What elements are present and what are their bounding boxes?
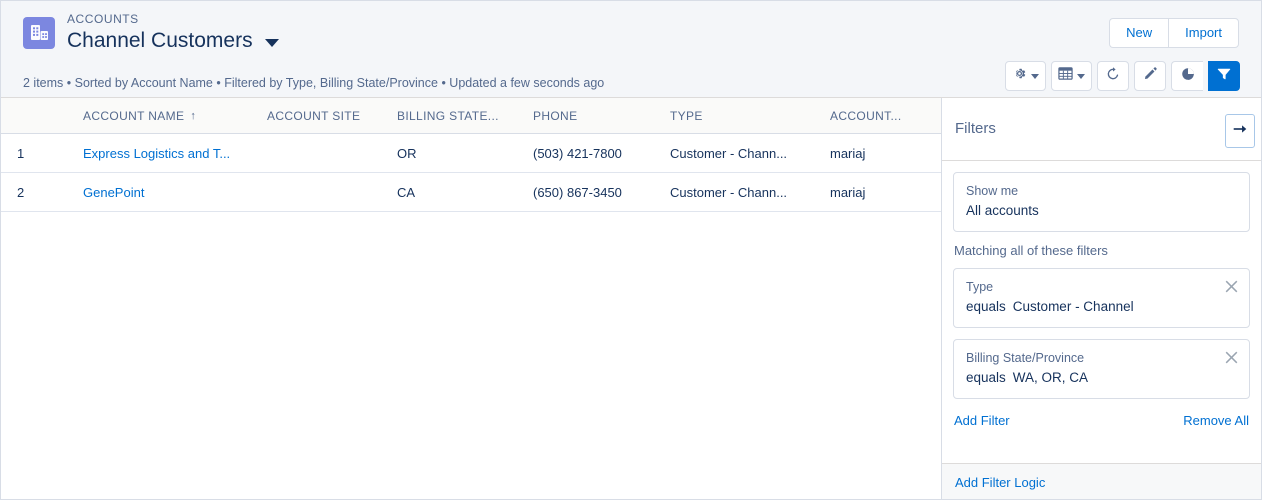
filter-criteria: equals Customer - Channel [966,297,1237,316]
cell-billing-state: OR [395,133,531,173]
list-view-controls-button[interactable] [1005,61,1046,91]
column-header-billing-state[interactable]: BILLING STATE... [395,98,531,134]
filter-item-billing-state[interactable]: Billing State/Province equals WA, OR, CA [953,339,1250,399]
cell-phone: (503) 421-7800 [531,133,668,173]
edit-list-button[interactable] [1134,61,1166,91]
add-filter-link[interactable]: Add Filter [954,413,1010,428]
table-row[interactable]: 2 GenePoint CA (650) 867-3450 Customer -… [1,172,941,212]
page-header: ACCOUNTS Channel Customers 2 items • Sor… [1,1,1261,98]
row-number: 1 [1,133,63,173]
filter-operator: equals [966,299,1006,314]
header-actions: New Import [1109,18,1239,48]
remove-all-link[interactable]: Remove All [1183,413,1249,428]
gear-icon [1012,66,1027,86]
cell-account-name: GenePoint [63,172,265,212]
chevron-down-icon [1077,73,1085,79]
accounts-table-container: ACCOUNT NAME ↑ ACCOUNT SITE BILLING STATE… [1,98,942,499]
cell-account-site [265,133,395,173]
accounts-table: ACCOUNT NAME ↑ ACCOUNT SITE BILLING STATE… [1,98,941,212]
filter-value: WA, OR, CA [1012,370,1089,385]
cell-type: Customer - Chann... [668,133,828,173]
page-title: Channel Customers [67,29,253,52]
cell-account-owner: mariaj [828,172,940,212]
account-list-view-page: ACCOUNTS Channel Customers 2 items • Sor… [0,0,1262,500]
filter-field-label: Type [966,280,994,294]
cell-account-name: Express Logistics and T... [63,133,265,173]
table-header-row: ACCOUNT NAME ↑ ACCOUNT SITE BILLING STATE… [1,98,941,134]
show-me-value: All accounts [966,203,1039,218]
pencil-icon [1143,66,1158,86]
close-icon[interactable] [1223,349,1240,366]
list-view-toolbar [1005,61,1240,91]
pie-chart-icon [1180,66,1196,87]
object-label: ACCOUNTS [67,12,139,26]
column-header-phone[interactable]: PHONE [531,98,668,134]
cell-account-owner: mariaj [828,133,940,173]
filter-item-type[interactable]: Type equals Customer - Channel [953,268,1250,328]
cell-account-site [265,172,395,212]
table-icon [1058,66,1073,86]
refresh-icon [1105,66,1121,87]
filters-panel-links: Add Filter Remove All [953,409,1250,428]
cell-billing-state: CA [395,172,531,212]
filter-criteria: equals WA, OR, CA [966,368,1237,387]
column-header-account-name[interactable]: ACCOUNT NAME ↑ [63,98,265,134]
column-header-type[interactable]: TYPE [668,98,828,134]
filters-panel-body: Show me All accounts Matching all of the… [942,161,1261,428]
refresh-button[interactable] [1097,61,1129,91]
charts-button[interactable] [1171,61,1203,91]
list-meta-text: 2 items • Sorted by Account Name • Filte… [23,76,605,90]
matching-filters-label: Matching all of these filters [954,243,1108,258]
arrow-right-icon [1231,120,1249,143]
list-view-title-row[interactable]: Channel Customers [67,28,279,54]
filter-operator: equals [966,370,1006,385]
chevron-down-icon[interactable] [264,39,279,47]
close-icon[interactable] [1223,278,1240,295]
filters-panel-footer: Add Filter Logic [942,463,1261,499]
table-row[interactable]: 1 Express Logistics and T... OR (503) 42… [1,133,941,173]
show-me-filter[interactable]: Show me All accounts [953,172,1250,232]
chevron-down-icon [1031,73,1039,79]
table-body: 1 Express Logistics and T... OR (503) 42… [1,133,941,212]
filters-panel-title: Filters [955,120,996,137]
import-button[interactable]: Import [1168,18,1239,48]
new-button[interactable]: New [1109,18,1169,48]
column-header-account-owner[interactable]: ACCOUNT... [828,98,940,134]
column-header-account-site[interactable]: ACCOUNT SITE [265,98,395,134]
building-icon [23,17,55,49]
column-label-account-name: ACCOUNT NAME [83,108,185,123]
filter-value: Customer - Channel [1012,299,1134,314]
column-header-rownum [1,98,63,134]
show-me-label: Show me [966,184,1019,198]
arrow-up-icon: ↑ [190,109,197,122]
account-name-link[interactable]: Express Logistics and T... [83,146,230,161]
cell-phone: (650) 867-3450 [531,172,668,212]
cell-type: Customer - Chann... [668,172,828,212]
filter-field-label: Billing State/Province [966,351,1085,365]
account-name-link[interactable]: GenePoint [83,185,144,200]
filters-panel-header: Filters [942,98,1261,161]
header-titles: ACCOUNTS Channel Customers [67,12,279,54]
add-filter-logic-link[interactable]: Add Filter Logic [955,475,1045,490]
display-as-button[interactable] [1051,61,1092,91]
filters-panel: Filters Show me All accounts Matching al… [942,98,1261,499]
collapse-filters-button[interactable] [1225,114,1255,148]
table-head: ACCOUNT NAME ↑ ACCOUNT SITE BILLING STATE… [1,98,941,134]
filters-button[interactable] [1208,61,1240,91]
row-number: 2 [1,172,63,212]
funnel-icon [1216,66,1232,87]
